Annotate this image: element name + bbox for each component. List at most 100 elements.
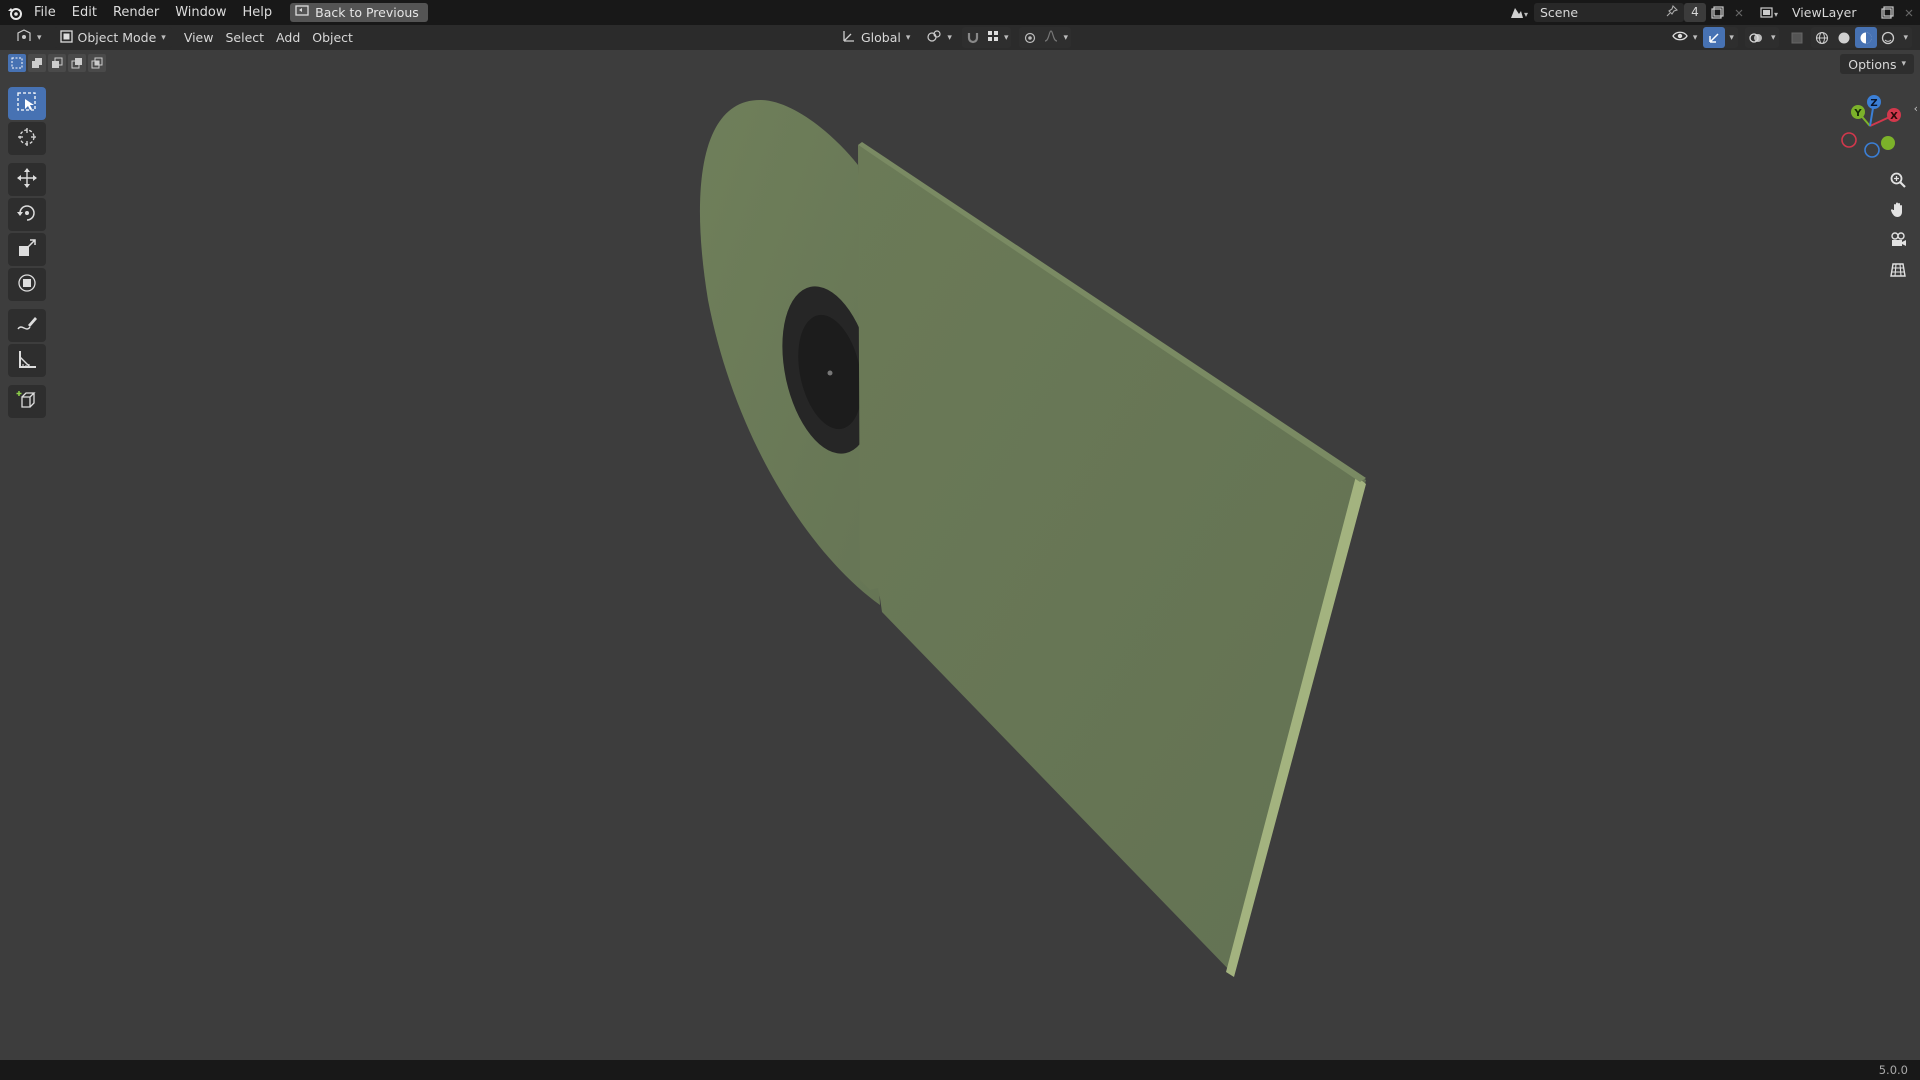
orientation-label: Global — [861, 30, 901, 45]
select-intersect-mode-icon[interactable] — [88, 54, 106, 72]
annotate-tool[interactable] — [8, 309, 46, 342]
add-cube-icon — [16, 389, 38, 415]
transform-tool[interactable] — [8, 268, 46, 301]
viewport-3d[interactable] — [0, 0, 1920, 1060]
scale-tool[interactable] — [8, 233, 46, 266]
view-layer-name: ViewLayer — [1792, 5, 1857, 20]
gizmo-dropdown[interactable]: ▾ — [1725, 27, 1738, 48]
delete-view-layer-icon[interactable] — [1898, 2, 1920, 23]
camera-view-button[interactable] — [1884, 228, 1912, 256]
chevron-down-icon: ▾ — [1003, 32, 1009, 43]
view-layer-field[interactable]: ViewLayer — [1786, 3, 1876, 22]
falloff-curve-icon — [1044, 30, 1058, 45]
svg-text:▾: ▾ — [1524, 10, 1528, 19]
chevron-down-icon: ▾ — [37, 32, 42, 43]
proportional-edit-group: ▾ — [1019, 27, 1071, 48]
transform-icon — [16, 272, 38, 298]
menu-render[interactable]: Render — [105, 0, 167, 25]
measure-tool[interactable] — [8, 344, 46, 377]
shading-dropdown[interactable]: ▾ — [1899, 27, 1912, 48]
pin-icon[interactable] — [1666, 4, 1679, 20]
chevron-down-icon: ▾ — [1729, 32, 1734, 43]
axis-neg-y-handle[interactable] — [1881, 136, 1895, 150]
menu-add[interactable]: Add — [270, 27, 306, 48]
right-header-controls: ▾ ▾ ▾ ▾ — [1669, 27, 1912, 48]
overlays-icon[interactable] — [1745, 27, 1767, 48]
axis-y-label: Y — [1853, 108, 1862, 119]
snap-group: ▾ — [961, 27, 1012, 48]
axis-neg-z-handle[interactable] — [1864, 142, 1880, 158]
tool-shelf — [8, 87, 46, 420]
menu-select[interactable]: Select — [219, 27, 270, 48]
object-mode-icon — [59, 29, 73, 46]
solid-shading-icon[interactable] — [1833, 27, 1855, 48]
navigation-gizmo[interactable]: X Y Z — [1836, 92, 1904, 162]
snap-grid-icon — [987, 30, 999, 45]
eye-icon — [1672, 30, 1688, 45]
view-layer-selector-icon[interactable]: ▾ — [1756, 2, 1786, 23]
transform-orientation-dropdown[interactable]: Global ▾ — [836, 27, 916, 48]
move-tool[interactable] — [8, 163, 46, 196]
overlays-dropdown[interactable]: ▾ — [1767, 27, 1780, 48]
pivot-point-dropdown[interactable]: ▾ — [920, 27, 958, 48]
new-view-layer-icon[interactable] — [1876, 2, 1898, 23]
menu-object[interactable]: Object — [306, 27, 359, 48]
menu-window[interactable]: Window — [167, 0, 234, 25]
chevron-down-icon: ▾ — [947, 32, 952, 43]
visibility-dropdown[interactable]: ▾ — [1669, 27, 1701, 48]
rotate-tool[interactable] — [8, 198, 46, 231]
menu-help[interactable]: Help — [235, 0, 281, 25]
material-preview-shading-icon[interactable] — [1855, 27, 1878, 48]
options-dropdown[interactable]: Options ▾ — [1840, 54, 1914, 74]
camera-icon — [1889, 231, 1907, 253]
select-box-tool[interactable] — [8, 87, 46, 120]
select-extend-mode-icon[interactable] — [28, 54, 46, 72]
menu-file[interactable]: File — [26, 0, 64, 25]
cursor-tool[interactable] — [8, 122, 46, 155]
gizmo-toggle-icon[interactable] — [1703, 27, 1726, 48]
delete-scene-icon[interactable] — [1728, 2, 1750, 23]
wireframe-shading-icon[interactable] — [1811, 27, 1833, 48]
select-subtract-mode-icon[interactable] — [48, 54, 66, 72]
viewport-header: ▾ Object Mode ▾ View Select Add Object G… — [0, 25, 1920, 50]
projection-toggle-button[interactable] — [1884, 258, 1912, 286]
svg-text:▾: ▾ — [1774, 10, 1778, 19]
select-new-mode-icon[interactable] — [8, 54, 26, 72]
scene-name-field[interactable]: Scene — [1534, 3, 1684, 22]
record-sleeve[interactable] — [858, 145, 1366, 975]
editor-type-icon — [16, 29, 32, 46]
select-invert-mode-icon[interactable] — [68, 54, 86, 72]
snap-target-dropdown[interactable]: ▾ — [984, 27, 1012, 48]
snap-magnet-icon[interactable] — [962, 27, 984, 48]
annotate-icon — [16, 313, 38, 339]
sidebar-expand-icon[interactable]: ‹ — [1914, 102, 1918, 115]
chevron-down-icon: ▾ — [1770, 32, 1776, 43]
back-to-previous-button[interactable]: Back to Previous — [290, 3, 428, 22]
spindle-hole — [827, 370, 833, 376]
move-icon — [16, 167, 38, 193]
pan-button[interactable] — [1884, 198, 1912, 226]
new-scene-icon[interactable] — [1706, 2, 1728, 23]
pivot-icon — [926, 29, 942, 46]
cursor-icon — [16, 126, 38, 152]
shading-group: ▾ — [1811, 27, 1912, 48]
falloff-dropdown[interactable]: ▾ — [1041, 27, 1071, 48]
scene-selector-icon[interactable]: ▾ — [1504, 2, 1534, 23]
rendered-shading-icon[interactable] — [1877, 27, 1899, 48]
editor-type-dropdown[interactable]: ▾ — [10, 27, 48, 48]
back-to-previous-label: Back to Previous — [315, 5, 419, 20]
menu-edit[interactable]: Edit — [64, 0, 105, 25]
axis-neg-x-handle[interactable] — [1841, 132, 1857, 148]
zoom-button[interactable] — [1884, 168, 1912, 196]
add-cube-tool[interactable] — [8, 385, 46, 418]
xray-toggle-icon[interactable] — [1786, 27, 1808, 48]
selection-mode-group — [8, 54, 106, 72]
chevron-down-icon: ▾ — [1901, 59, 1906, 69]
proportional-edit-icon[interactable] — [1019, 27, 1041, 48]
object-mode-dropdown[interactable]: Object Mode ▾ — [53, 27, 172, 48]
zoom-icon — [1889, 171, 1907, 193]
chevron-down-icon: ▾ — [1692, 32, 1698, 43]
object-mode-label: Object Mode — [77, 30, 157, 45]
blender-logo-icon[interactable] — [4, 2, 26, 23]
menu-view[interactable]: View — [178, 27, 220, 48]
